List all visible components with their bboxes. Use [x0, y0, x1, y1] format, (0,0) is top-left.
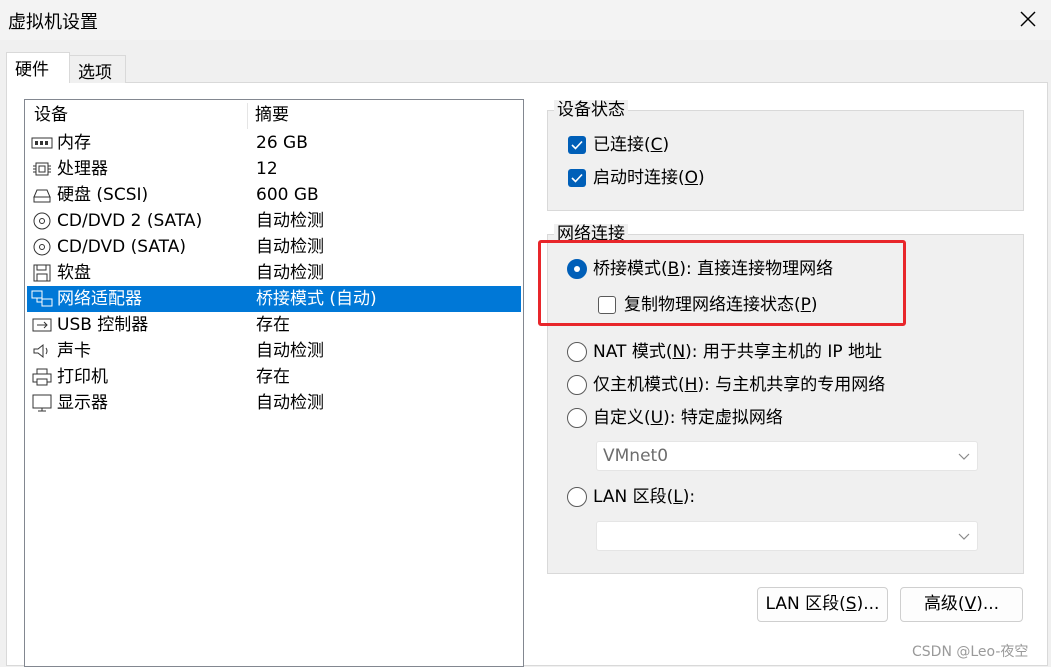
device-name: 网络适配器 — [57, 289, 142, 309]
device-name: USB 控制器 — [57, 315, 149, 335]
usb-icon — [32, 318, 52, 332]
device-summary: 存在 — [256, 367, 290, 387]
floppy-icon — [33, 264, 51, 282]
device-row[interactable]: 网络适配器 桥接模式 (自动) — [27, 286, 521, 312]
cd-dvd-icon — [33, 212, 51, 230]
device-summary: 桥接模式 (自动) — [256, 289, 377, 309]
close-icon — [1020, 11, 1036, 27]
chevron-down-icon — [958, 453, 970, 460]
device-summary: 自动检测 — [256, 341, 324, 361]
device-name: CD/DVD 2 (SATA) — [57, 211, 203, 231]
device-row[interactable]: 打印机 存在 — [27, 364, 521, 390]
device-name: CD/DVD (SATA) — [57, 237, 186, 257]
device-name: 软盘 — [57, 263, 91, 283]
processor-icon — [33, 162, 51, 176]
device-summary: 自动检测 — [256, 211, 324, 231]
device-row[interactable]: 软盘 自动检测 — [27, 260, 521, 286]
window-title: 虚拟机设置 — [8, 12, 98, 33]
custom-label[interactable]: 自定义(U): 特定虚拟网络 — [593, 407, 783, 429]
checkmark-icon — [571, 173, 583, 183]
device-summary: 自动检测 — [256, 263, 324, 283]
custom-network-value: VMnet0 — [603, 446, 669, 466]
close-button[interactable] — [1010, 2, 1046, 36]
device-name: 显示器 — [57, 393, 108, 413]
harddisk-icon — [33, 189, 51, 203]
device-name: 硬盘 (SCSI) — [57, 185, 149, 205]
device-row[interactable]: USB 控制器 存在 — [27, 312, 521, 338]
column-separator[interactable] — [247, 103, 248, 129]
network-adapter-icon — [31, 290, 53, 307]
host-only-label[interactable]: 仅主机模式(H): 与主机共享的专用网络 — [593, 374, 885, 396]
device-row[interactable]: CD/DVD 2 (SATA) 自动检测 — [27, 208, 521, 234]
connect-on-power-checkbox[interactable] — [568, 169, 586, 187]
sound-icon — [33, 343, 48, 359]
device-row[interactable]: 声卡 自动检测 — [27, 338, 521, 364]
device-name: 打印机 — [57, 367, 108, 387]
chevron-down-icon — [958, 533, 970, 540]
tab-options[interactable]: 选项 — [69, 55, 126, 83]
title-bar: 虚拟机设置 — [0, 0, 1051, 40]
device-summary: 26 GB — [256, 133, 308, 153]
device-summary: 600 GB — [256, 185, 319, 205]
device-name: 内存 — [57, 133, 91, 153]
lan-segments-button[interactable]: LAN 区段(S)... — [757, 587, 888, 622]
printer-icon — [32, 368, 52, 386]
device-name: 声卡 — [57, 341, 91, 361]
device-row[interactable]: 硬盘 (SCSI) 600 GB — [27, 182, 521, 208]
lan-segment-label[interactable]: LAN 区段(L): — [593, 486, 695, 508]
column-header-summary[interactable]: 摘要 — [255, 100, 289, 126]
custom-radio[interactable] — [567, 408, 587, 428]
lan-segment-select[interactable] — [596, 521, 978, 551]
device-name: 处理器 — [57, 159, 108, 179]
tab-hardware[interactable]: 硬件 — [6, 52, 70, 83]
checkmark-icon — [571, 140, 583, 150]
connect-on-power-label[interactable]: 启动时连接(O) — [593, 167, 705, 189]
memory-icon — [31, 137, 53, 149]
device-row[interactable]: CD/DVD (SATA) 自动检测 — [27, 234, 521, 260]
device-status-title: 设备状态 — [554, 100, 628, 120]
connected-checkbox[interactable] — [568, 136, 586, 154]
display-icon — [32, 394, 52, 412]
nat-label[interactable]: NAT 模式(N): 用于共享主机的 IP 地址 — [593, 341, 882, 363]
device-row[interactable]: 处理器 12 — [27, 156, 521, 182]
advanced-button[interactable]: 高级(V)... — [900, 587, 1023, 622]
host-only-radio[interactable] — [567, 375, 587, 395]
device-status-group: 设备状态 已连接(C) 启动时连接(O) — [547, 100, 1024, 211]
custom-network-select[interactable]: VMnet0 — [596, 441, 978, 471]
nat-radio[interactable] — [567, 342, 587, 362]
device-summary: 存在 — [256, 315, 290, 335]
connected-label[interactable]: 已连接(C) — [593, 134, 669, 156]
cd-dvd-icon — [33, 238, 51, 256]
highlight-annotation — [538, 240, 906, 326]
device-summary: 自动检测 — [256, 393, 324, 413]
device-list[interactable]: 设备 摘要 内存 26 GB 处理器 12 硬盘 (SCSI) 600 GB CD/DVD … — [24, 99, 524, 667]
device-row[interactable]: 内存 26 GB — [27, 130, 521, 156]
lan-segment-radio[interactable] — [567, 487, 587, 507]
watermark: CSDN @Leo-夜空 — [912, 644, 1029, 660]
device-summary: 自动检测 — [256, 237, 324, 257]
device-summary: 12 — [256, 159, 278, 179]
device-row[interactable]: 显示器 自动检测 — [27, 390, 521, 416]
column-header-device[interactable]: 设备 — [34, 100, 68, 126]
